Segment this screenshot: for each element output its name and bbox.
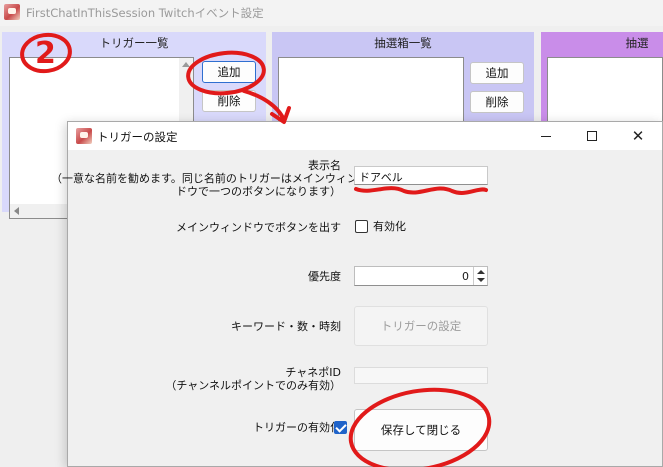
close-button[interactable]: ✕ xyxy=(615,122,661,150)
channel-point-id-note: （チャンネルポイントでのみ有効） xyxy=(165,379,341,392)
main-window-title: FirstChatInThisSession Twitchイベント設定 xyxy=(26,6,264,20)
lottery-box-list-header: 抽選箱一覧 xyxy=(374,36,432,50)
close-icon: ✕ xyxy=(631,126,645,145)
display-name-input[interactable]: ドアベル xyxy=(354,166,488,185)
channel-point-id-label: チャネポID xyxy=(285,366,341,379)
spin-down-icon[interactable] xyxy=(477,278,485,282)
dialog-title: トリガーの設定 xyxy=(97,130,178,144)
delete-trigger-button[interactable]: 削除 xyxy=(202,90,256,112)
app-icon xyxy=(4,4,20,20)
priority-value[interactable]: 0 xyxy=(462,270,469,283)
main-titlebar: FirstChatInThisSession Twitchイベント設定 xyxy=(0,0,663,26)
add-lottery-box-button[interactable]: 追加 xyxy=(470,62,524,84)
trigger-enable-checkbox[interactable] xyxy=(334,421,347,434)
delete-lottery-box-button[interactable]: 削除 xyxy=(470,91,524,113)
add-trigger-button[interactable]: 追加 xyxy=(202,61,256,83)
spin-up-icon[interactable] xyxy=(477,270,485,274)
display-name-note-line2: ドウで一つのボタンになります） xyxy=(176,185,341,198)
show-button-checkbox[interactable] xyxy=(355,220,368,233)
dialog-titlebar[interactable]: トリガーの設定 ✕ xyxy=(68,122,662,150)
minimize-icon xyxy=(541,135,551,137)
trigger-enable-label: トリガーの有効化 xyxy=(253,421,341,434)
maximize-button[interactable] xyxy=(569,122,615,150)
scroll-up-icon[interactable] xyxy=(182,62,190,67)
trigger-settings-button[interactable]: トリガーの設定 xyxy=(354,306,488,346)
display-name-note-line1: （一意な名前を勧めます。同じ名前のトリガーはメインウィン xyxy=(51,172,358,185)
main-window-button-label: メインウィンドウでボタンを出す xyxy=(176,221,341,234)
app-icon xyxy=(76,128,92,144)
priority-spin-buttons[interactable] xyxy=(473,267,487,285)
channel-point-id-input[interactable] xyxy=(354,367,488,384)
priority-stepper[interactable]: 0 xyxy=(354,266,488,286)
scroll-left-icon[interactable] xyxy=(14,207,19,215)
keyword-label: キーワード・数・時刻 xyxy=(231,320,341,333)
save-and-close-button[interactable]: 保存して閉じる xyxy=(354,409,488,451)
third-list-header: 抽選 xyxy=(625,36,649,50)
show-button-checkbox-label[interactable]: 有効化 xyxy=(373,218,406,234)
priority-label: 優先度 xyxy=(308,270,341,283)
minimize-button[interactable] xyxy=(523,122,569,150)
display-name-label: 表示名 xyxy=(308,159,341,172)
trigger-settings-dialog: トリガーの設定 ✕ 表示名 （一意な名前を勧めます。同じ名前のトリガーはメインウ… xyxy=(51,121,663,467)
trigger-list-header: トリガー一覧 xyxy=(99,36,169,50)
maximize-icon xyxy=(587,131,597,141)
